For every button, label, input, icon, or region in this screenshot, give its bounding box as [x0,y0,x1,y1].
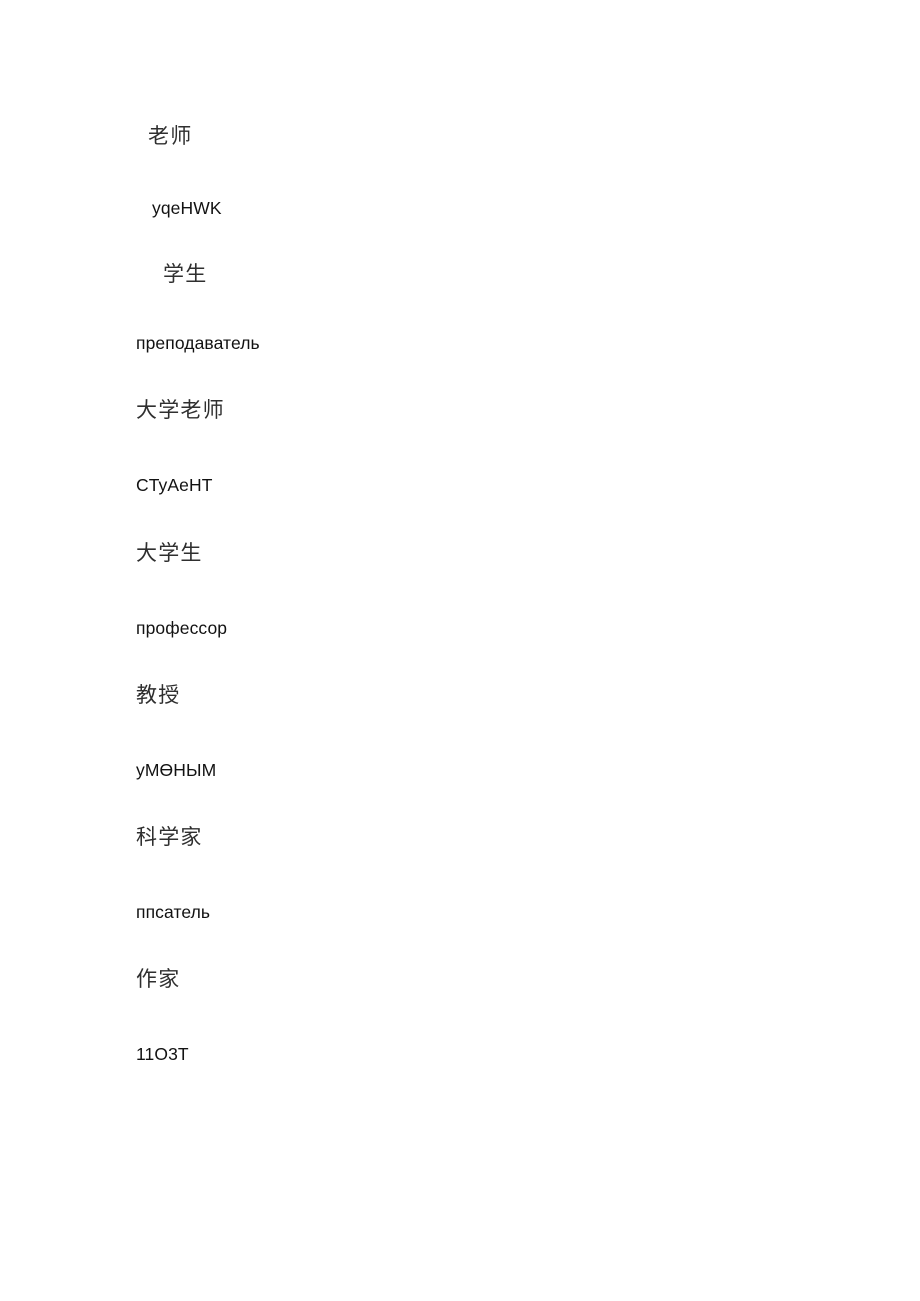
vocabulary-line: преподаватель [136,333,260,353]
vocabulary-line: профессор [136,618,228,638]
vocabulary-line: ппсатель [136,902,211,922]
vocabulary-line: 教授 [136,683,181,707]
vocabulary-line: yqeHWK [152,198,222,218]
vocabulary-line: 科学家 [136,825,203,849]
document-page: 老师 yqeHWK 学生 преподаватель 大学老师 CTyAeHT 大学生 про… [0,0,920,1301]
vocabulary-line: 大学老师 [136,398,225,422]
vocabulary-line: yMӨHЫM [136,760,217,780]
vocabulary-line: 学生 [163,262,208,286]
document-text-body: 老师 yqeHWK 学生 преподаватель 大学老师 CTyAeHT 大学生 про… [0,0,920,1301]
vocabulary-line: 11О3Т [136,1044,189,1064]
vocabulary-line: 老师 [148,124,193,148]
vocabulary-line: 作家 [136,967,181,991]
vocabulary-line: CTyAeHT [136,475,213,495]
vocabulary-line: 大学生 [136,541,203,565]
